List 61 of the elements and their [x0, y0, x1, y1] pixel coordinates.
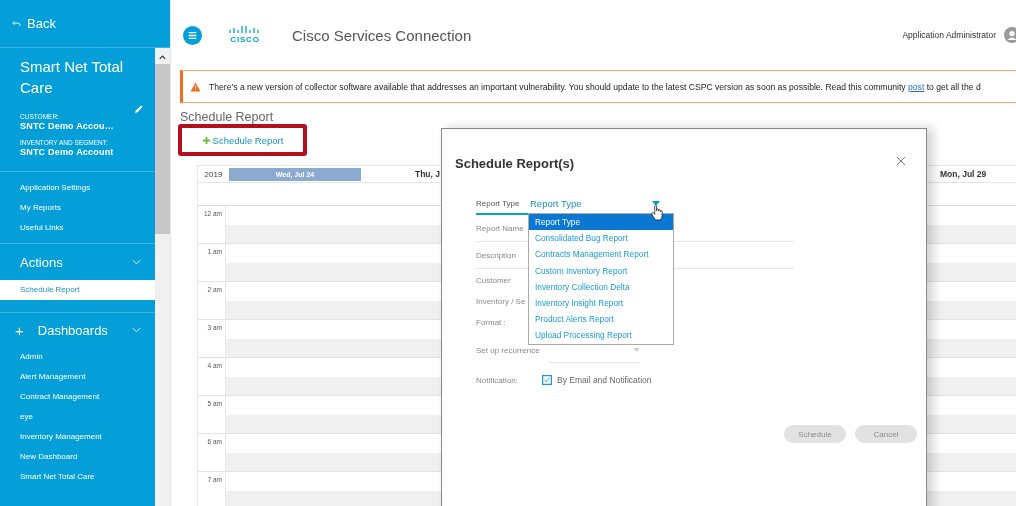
scroll-up-icon[interactable] — [158, 54, 167, 60]
close-icon[interactable] — [896, 156, 906, 166]
caret-icon[interactable] — [632, 347, 640, 352]
plus-icon — [201, 135, 211, 145]
report-type-select[interactable]: Report Type — [530, 197, 660, 209]
app-title: Smart Net Total Care — [20, 57, 125, 98]
alert-message: There’s a new version of collector software available that addresses an important vulnerability. You should update to the latest CSPC version as soon as possible. Read this community post to get all the d — [209, 81, 981, 92]
section-header[interactable]: + Dashboards — [0, 313, 155, 347]
field-label: Inventory / Se — [476, 296, 527, 306]
page-title: Schedule Report — [180, 110, 275, 124]
dropdown-option[interactable]: Custom Inventory Report — [529, 262, 673, 279]
section-header[interactable]: Actions — [0, 244, 155, 280]
chevron-down-icon — [132, 259, 141, 265]
user-name[interactable]: Application Administrator — [902, 30, 996, 40]
sidebar-item[interactable]: eye — [0, 411, 155, 423]
sidebar-item[interactable]: Contract Management — [0, 391, 155, 403]
schedule-report-button[interactable]: Schedule Report — [198, 132, 287, 148]
sidebar-item[interactable]: Smart Net Total Care — [0, 471, 155, 483]
checkbox[interactable] — [542, 375, 552, 385]
menu-icon[interactable] — [183, 25, 202, 45]
sidebar-link[interactable]: Application Settings — [20, 182, 91, 194]
dropdown-option[interactable]: Contracts Management Report — [529, 246, 673, 263]
sidebar-link[interactable]: Useful Links — [20, 222, 64, 234]
day-header[interactable]: Mon, Jul 29 — [940, 169, 1016, 179]
chevron-down-icon — [132, 327, 141, 333]
sidebar-item[interactable]: Schedule Report — [0, 280, 155, 300]
field-label: Notification: — [476, 375, 519, 385]
dropdown-option[interactable]: Report Type — [529, 214, 673, 231]
sidebar-item[interactable]: New Dashboard — [0, 451, 155, 463]
sidebar-link[interactable]: My Reports — [20, 202, 61, 214]
sidebar-item[interactable]: Admin — [0, 351, 155, 363]
dropdown-option[interactable]: Inventory Insight Report — [529, 294, 673, 312]
pencil-icon[interactable] — [134, 105, 143, 114]
back-arrow-icon — [12, 19, 21, 28]
field-label: Report Name — [476, 223, 525, 233]
field-label: Set up recurrence — [476, 345, 540, 355]
logo: CISCO — [228, 26, 262, 44]
customer-name: SNTC Demo Accou… — [20, 121, 115, 132]
dialog-title: Schedule Report(s) — [455, 156, 575, 171]
inventory-name: SNTC Demo Account — [20, 147, 115, 158]
dropdown-option[interactable]: Inventory Collection Delta — [529, 278, 673, 295]
avatar-icon[interactable] — [1004, 27, 1016, 43]
dropdown-option[interactable]: Product Alerts Report — [529, 311, 673, 328]
back-button[interactable]: Back — [0, 0, 170, 48]
year-label: 2019 — [203, 169, 224, 179]
day-header[interactable]: Thu, J — [361, 169, 442, 179]
field-label: Format : — [476, 317, 507, 327]
app-title: Cisco Services Connection — [292, 26, 472, 44]
dropdown-option[interactable]: Consolidated Bug Report — [529, 230, 673, 247]
caret-icon[interactable] — [652, 200, 660, 206]
scrollbar[interactable] — [155, 48, 170, 506]
sidebar-item[interactable]: Inventory Management — [0, 431, 155, 443]
warning-icon — [190, 81, 201, 92]
field-label: Description — [476, 250, 517, 260]
post-link[interactable]: post — [908, 81, 925, 92]
field-label: Report Type — [476, 198, 521, 208]
dropdown-option[interactable]: Upload Processing Report — [529, 327, 673, 344]
checkbox-label: By Email and Notification — [557, 375, 652, 385]
sidebar-item[interactable]: Alert Management — [0, 371, 155, 383]
field-label: Customer — [476, 275, 512, 285]
scroll-thumb[interactable] — [155, 64, 170, 234]
